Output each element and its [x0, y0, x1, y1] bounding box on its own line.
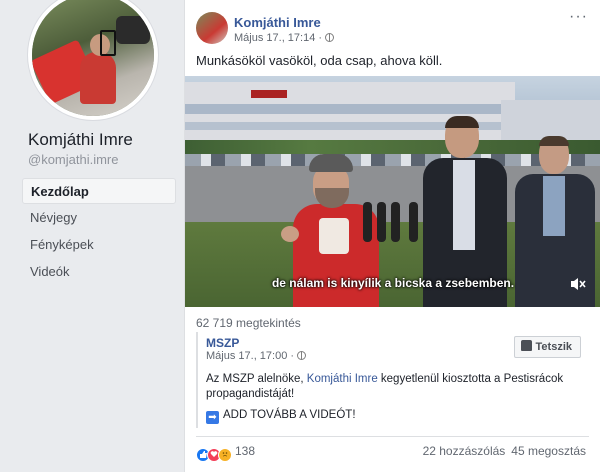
shared-post: MSZP Május 17., 17:00 · Tetszik Az MSZP …: [196, 332, 589, 428]
reactions-summary[interactable]: 138: [196, 444, 255, 462]
mention-link[interactable]: Komjáthi Imre: [307, 373, 378, 385]
cta-text: ADD TOVÁBB A VIDEÓT!: [223, 409, 356, 421]
post-timestamp[interactable]: Május 17., 17:14 ·: [234, 32, 322, 44]
shared-timestamp[interactable]: Május 17., 17:00 ·: [206, 350, 294, 362]
sad-reaction-icon: [218, 448, 232, 462]
profile-name[interactable]: Komjáthi Imre: [28, 130, 133, 150]
shares-count[interactable]: 45 megosztás: [511, 444, 586, 458]
shared-cta: ➡ ADD TOVÁBB A VIDEÓT!: [206, 409, 356, 424]
reaction-count: 138: [235, 444, 256, 458]
shared-text-start: Az MSZP alelnöke,: [206, 373, 307, 385]
right-arrow-icon: ➡: [206, 411, 219, 424]
shared-author[interactable]: MSZP: [206, 336, 239, 350]
video-subtitle: de nálam is kinyílik a bicska a zsebembe…: [271, 276, 515, 290]
post-meta: Május 17., 17:14 ·: [234, 32, 335, 44]
like-button-label: Tetszik: [535, 341, 572, 353]
shared-meta: Május 17., 17:00 ·: [206, 350, 307, 362]
globe-icon: [325, 33, 335, 42]
nav-item-nevjegy[interactable]: Névjegy: [22, 205, 176, 231]
nav-item-videok[interactable]: Videók: [22, 259, 176, 285]
page-nav: Kezdőlap Névjegy Fényképek Videók: [22, 178, 176, 286]
like-page-button[interactable]: Tetszik: [513, 336, 581, 358]
post-text: Munkásököl vasököl, oda csap, ahova köll…: [196, 53, 443, 68]
engagement-stats: 22 hozzászólás 45 megosztás: [417, 444, 586, 458]
left-column: Komjáthi Imre @komjathi.imre Kezdőlap Né…: [0, 0, 184, 472]
shared-text: Az MSZP alelnöke, Komjáthi Imre kegyetle…: [206, 372, 566, 402]
profile-picture[interactable]: [32, 0, 154, 116]
nav-item-kezdolap[interactable]: Kezdőlap: [22, 178, 176, 204]
video-player[interactable]: de nálam is kinyílik a bicska a zsebembe…: [185, 76, 600, 307]
profile-handle[interactable]: @komjathi.imre: [28, 152, 119, 167]
speaker-muted-icon[interactable]: [569, 276, 587, 292]
view-count: 62 719 megtekintés: [196, 316, 301, 330]
more-options-icon[interactable]: ···: [569, 8, 588, 26]
thumbs-up-icon: [520, 340, 532, 351]
post-author[interactable]: Komjáthi Imre: [234, 15, 321, 30]
nav-item-fenykepek[interactable]: Fényképek: [22, 232, 176, 258]
post-card: Komjáthi Imre Május 17., 17:14 · ··· Mun…: [184, 0, 600, 472]
comments-count[interactable]: 22 hozzászólás: [423, 444, 506, 458]
author-avatar[interactable]: [196, 12, 228, 44]
globe-icon: [297, 351, 307, 360]
divider: [196, 436, 589, 437]
